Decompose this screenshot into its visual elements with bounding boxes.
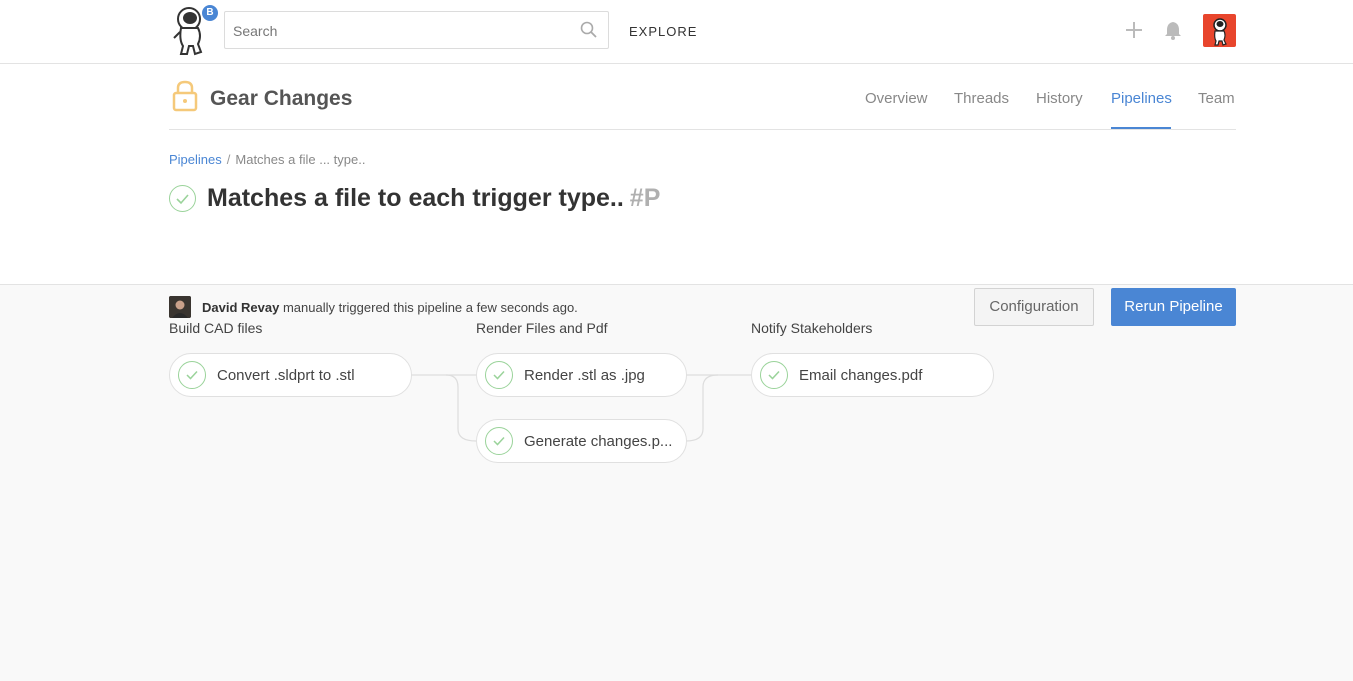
- job-email-changes[interactable]: Email changes.pdf: [751, 353, 994, 397]
- job-generate-changes[interactable]: Generate changes.p...: [476, 419, 687, 463]
- success-check-icon: [178, 361, 206, 389]
- stage-label-build: Build CAD files: [169, 320, 263, 336]
- pipeline-connectors: [411, 374, 751, 442]
- stage-label-notify: Notify Stakeholders: [751, 320, 873, 336]
- job-label: Email changes.pdf: [799, 367, 923, 384]
- stage-label-render: Render Files and Pdf: [476, 320, 608, 336]
- success-check-icon: [485, 361, 513, 389]
- job-convert-sldprt[interactable]: Convert .sldprt to .stl: [169, 353, 412, 397]
- job-label: Generate changes.p...: [524, 433, 673, 450]
- success-check-icon: [760, 361, 788, 389]
- success-check-icon: [485, 427, 513, 455]
- job-render-stl[interactable]: Render .stl as .jpg: [476, 353, 687, 397]
- job-label: Render .stl as .jpg: [524, 367, 645, 384]
- job-label: Convert .sldprt to .stl: [217, 367, 355, 384]
